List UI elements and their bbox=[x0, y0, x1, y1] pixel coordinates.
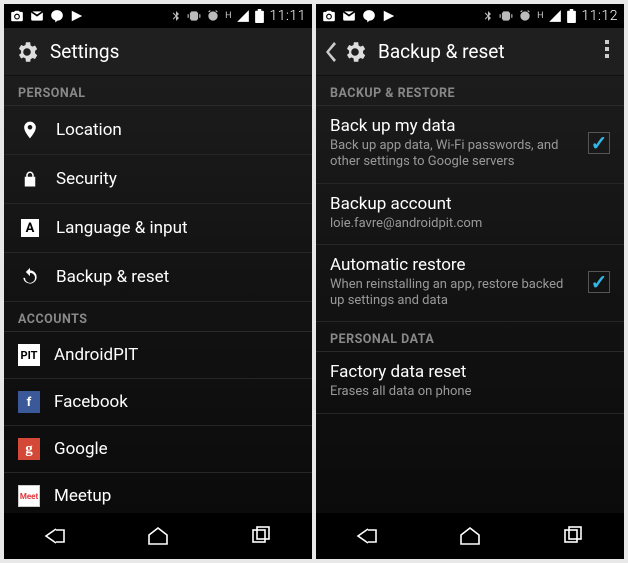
row-label: Meetup bbox=[54, 486, 111, 506]
row-backup-my-data[interactable]: Back up my data Back up app data, Wi-Fi … bbox=[316, 106, 624, 184]
battery-icon bbox=[255, 9, 264, 23]
row-label: Security bbox=[56, 169, 117, 189]
phone-backup-reset: H 11:12 Backup & reset BACKUP & RESTORE … bbox=[316, 4, 624, 559]
camera-icon bbox=[322, 9, 336, 23]
row-title: Automatic restore bbox=[330, 255, 578, 277]
row-title: Back up my data bbox=[330, 116, 578, 138]
row-title: Backup account bbox=[330, 194, 610, 216]
row-description: When reinstalling an app, restore backed… bbox=[330, 277, 578, 310]
signal-icon bbox=[548, 9, 562, 23]
clock: 11:11 bbox=[269, 8, 306, 24]
signal-type: H bbox=[225, 11, 231, 21]
row-account-facebook[interactable]: f Facebook bbox=[4, 379, 312, 426]
row-description: Back up app data, Wi-Fi passwords, and o… bbox=[330, 138, 578, 171]
page-title: Settings bbox=[50, 40, 302, 63]
settings-list[interactable]: PERSONAL Location Security A Language & … bbox=[4, 76, 312, 513]
row-label: Location bbox=[56, 120, 122, 140]
row-language-input[interactable]: A Language & input bbox=[4, 204, 312, 253]
bluetooth-icon bbox=[170, 9, 182, 23]
google-icon: g bbox=[18, 438, 40, 460]
overflow-menu-button[interactable] bbox=[600, 39, 614, 64]
back-icon[interactable] bbox=[326, 42, 338, 62]
alarm-icon bbox=[206, 9, 220, 23]
row-description: Erases all data on phone bbox=[330, 384, 610, 400]
checkbox-backup-my-data[interactable] bbox=[588, 132, 610, 154]
row-label: Backup & reset bbox=[56, 267, 169, 287]
nav-recent-button[interactable] bbox=[543, 526, 603, 546]
status-bar: H 11:11 bbox=[4, 4, 312, 28]
nav-recent-button[interactable] bbox=[231, 526, 291, 546]
row-location[interactable]: Location bbox=[4, 106, 312, 155]
row-backup-account[interactable]: Backup account loie.favre@androidpit.com bbox=[316, 184, 624, 245]
checkbox-automatic-restore[interactable] bbox=[588, 271, 610, 293]
nav-back-button[interactable] bbox=[337, 526, 397, 546]
language-icon: A bbox=[21, 219, 39, 237]
row-label: Language & input bbox=[56, 218, 188, 238]
overflow-icon bbox=[604, 39, 610, 59]
alarm-icon bbox=[518, 9, 532, 23]
status-bar: H 11:12 bbox=[316, 4, 624, 28]
lock-icon bbox=[21, 170, 39, 188]
hangouts-icon bbox=[362, 9, 376, 23]
nav-home-button[interactable] bbox=[128, 526, 188, 546]
row-factory-reset[interactable]: Factory data reset Erases all data on ph… bbox=[316, 352, 624, 413]
page-title: Backup & reset bbox=[378, 40, 590, 63]
action-bar: Settings bbox=[4, 28, 312, 76]
section-header-accounts: ACCOUNTS bbox=[4, 302, 312, 332]
signal-icon bbox=[236, 9, 250, 23]
row-label: AndroidPIT bbox=[54, 345, 138, 365]
row-label: Facebook bbox=[54, 392, 128, 412]
camera-icon bbox=[10, 9, 24, 23]
row-account-google[interactable]: g Google bbox=[4, 426, 312, 473]
gmail-icon bbox=[342, 9, 356, 23]
bluetooth-icon bbox=[482, 9, 494, 23]
clock: 11:12 bbox=[581, 8, 618, 24]
action-bar: Backup & reset bbox=[316, 28, 624, 76]
nav-back-button[interactable] bbox=[25, 526, 85, 546]
settings-gear-icon[interactable] bbox=[342, 39, 368, 65]
row-title: Factory data reset bbox=[330, 362, 610, 384]
vibrate-icon bbox=[187, 9, 201, 23]
restore-icon bbox=[20, 267, 40, 287]
backup-list[interactable]: BACKUP & RESTORE Back up my data Back up… bbox=[316, 76, 624, 513]
row-backup-reset[interactable]: Backup & reset bbox=[4, 253, 312, 302]
location-icon bbox=[20, 120, 40, 140]
row-account-androidpit[interactable]: PIT AndroidPIT bbox=[4, 332, 312, 379]
nav-home-button[interactable] bbox=[440, 526, 500, 546]
row-security[interactable]: Security bbox=[4, 155, 312, 204]
section-header-personal: PERSONAL bbox=[4, 76, 312, 106]
navigation-bar bbox=[4, 513, 312, 559]
row-description: loie.favre@androidpit.com bbox=[330, 216, 610, 232]
play-icon bbox=[70, 9, 84, 23]
section-header-backup-restore: BACKUP & RESTORE bbox=[316, 76, 624, 106]
phone-settings: H 11:11 Settings PERSONAL Location Secur… bbox=[4, 4, 312, 559]
hangouts-icon bbox=[50, 9, 64, 23]
play-icon bbox=[382, 9, 396, 23]
row-label: Google bbox=[54, 439, 108, 459]
settings-gear-icon bbox=[14, 39, 40, 65]
row-account-meetup[interactable]: Meet Meetup bbox=[4, 473, 312, 513]
vibrate-icon bbox=[499, 9, 513, 23]
androidpit-icon: PIT bbox=[18, 344, 40, 366]
battery-icon bbox=[567, 9, 576, 23]
signal-type: H bbox=[537, 11, 543, 21]
row-automatic-restore[interactable]: Automatic restore When reinstalling an a… bbox=[316, 245, 624, 323]
meetup-icon: Meet bbox=[18, 485, 40, 507]
navigation-bar bbox=[316, 513, 624, 559]
facebook-icon: f bbox=[18, 391, 40, 413]
gmail-icon bbox=[30, 9, 44, 23]
section-header-personal-data: PERSONAL DATA bbox=[316, 322, 624, 352]
